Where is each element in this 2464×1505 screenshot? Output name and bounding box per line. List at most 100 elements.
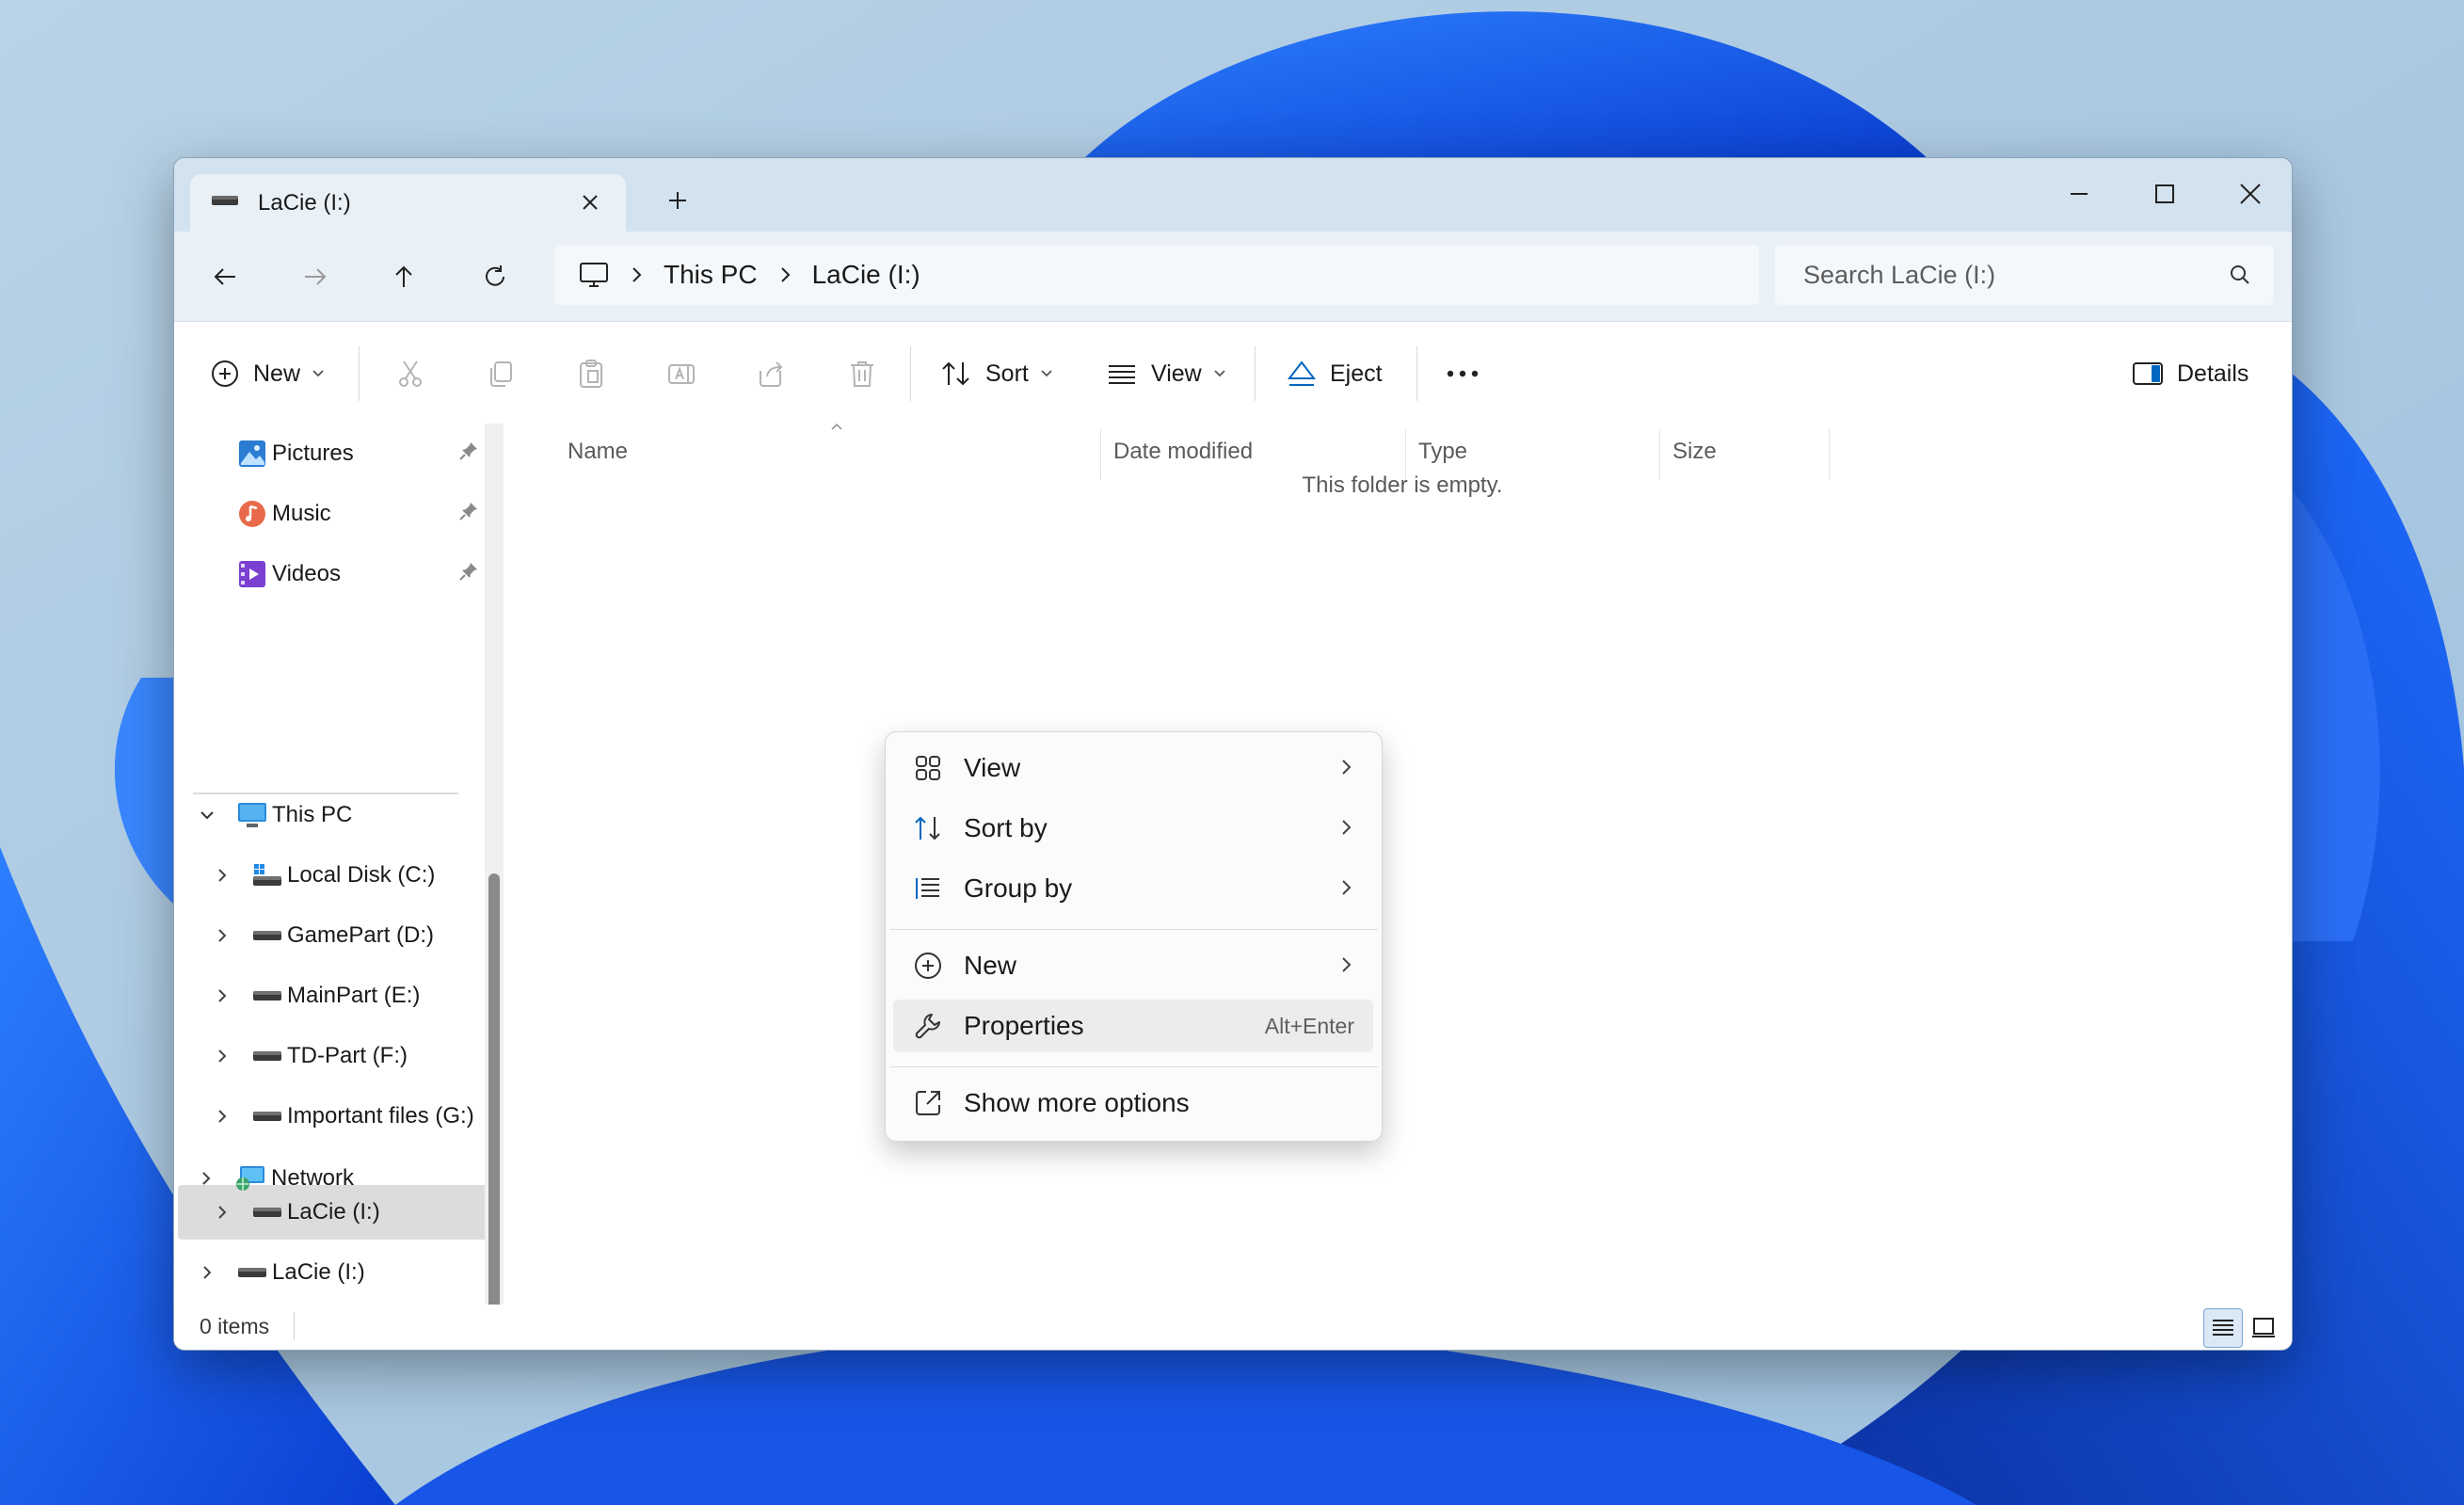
sidebar-item-td-part-f[interactable]: TD-Part (F:) bbox=[174, 1029, 485, 1083]
maximize-icon[interactable] bbox=[2123, 166, 2206, 222]
context-menu-show-more-options[interactable]: Show more options bbox=[893, 1077, 1373, 1129]
sidebar-item-videos[interactable]: Videos bbox=[174, 547, 485, 601]
eject-button[interactable]: Eject bbox=[1287, 350, 1383, 397]
forward-arrow-icon[interactable] bbox=[289, 250, 342, 303]
column-header-type[interactable]: Type bbox=[1418, 424, 1467, 480]
chevron-right-icon bbox=[1339, 873, 1352, 904]
share-icon[interactable] bbox=[750, 352, 793, 395]
sidebar-item-pictures[interactable]: Pictures bbox=[174, 426, 485, 481]
close-tab-icon[interactable] bbox=[577, 189, 603, 216]
chevron-down-icon[interactable] bbox=[197, 805, 217, 825]
network-icon bbox=[235, 1162, 267, 1194]
column-header-name[interactable]: Name bbox=[568, 424, 628, 480]
drive-icon bbox=[211, 194, 239, 212]
command-bar: New Sort View Eject Details bbox=[174, 321, 2292, 424]
toolbar-divider bbox=[359, 346, 360, 401]
grid-icon bbox=[912, 752, 944, 784]
breadcrumb-this-pc[interactable]: This PC bbox=[664, 260, 758, 290]
search-icon[interactable] bbox=[2229, 264, 2251, 291]
sort-button[interactable]: Sort bbox=[940, 350, 1053, 397]
chevron-right-icon[interactable] bbox=[212, 1106, 232, 1127]
menu-separator bbox=[889, 1066, 1378, 1067]
chevron-right-icon[interactable] bbox=[212, 985, 232, 1006]
chevron-right-icon[interactable] bbox=[212, 865, 232, 886]
view-button-label: View bbox=[1151, 360, 1202, 387]
tiles-layout-icon[interactable] bbox=[2245, 1308, 2282, 1346]
sidebar-item-mainpart-e[interactable]: MainPart (E:) bbox=[174, 969, 485, 1023]
chevron-right-icon[interactable] bbox=[197, 1262, 217, 1283]
paste-icon[interactable] bbox=[569, 352, 613, 395]
chevron-right-icon bbox=[778, 265, 792, 284]
chevron-right-icon[interactable] bbox=[212, 925, 232, 946]
eject-icon bbox=[1287, 359, 1317, 389]
details-button[interactable]: Details bbox=[2132, 350, 2248, 397]
status-divider bbox=[294, 1312, 295, 1340]
sidebar-item-gamepart-d[interactable]: GamePart (D:) bbox=[174, 908, 485, 963]
chevron-down-icon bbox=[1213, 369, 1226, 378]
refresh-icon[interactable] bbox=[469, 250, 521, 303]
more-options-icon[interactable] bbox=[1441, 352, 1484, 395]
sidebar-scrollbar[interactable] bbox=[485, 424, 504, 1350]
item-count: 0 items bbox=[200, 1314, 270, 1338]
chevron-right-icon bbox=[630, 265, 643, 284]
keyboard-shortcut: Alt+Enter bbox=[1264, 1013, 1354, 1038]
sidebar-item-local-disk-c[interactable]: Local Disk (C:) bbox=[174, 848, 485, 903]
delete-icon[interactable] bbox=[840, 352, 884, 395]
menu-item-label: Show more options bbox=[964, 1088, 1190, 1117]
context-menu-view[interactable]: View bbox=[893, 742, 1373, 794]
sort-button-label: Sort bbox=[985, 360, 1029, 387]
sidebar-item-label: Videos bbox=[272, 561, 341, 586]
expand-icon bbox=[912, 1087, 944, 1119]
close-window-icon[interactable] bbox=[2209, 166, 2292, 222]
details-layout-icon[interactable] bbox=[2203, 1308, 2243, 1348]
menu-item-label: Group by bbox=[964, 873, 1073, 903]
column-header-date-modified[interactable]: Date modified bbox=[1113, 424, 1253, 480]
computer-icon bbox=[236, 799, 268, 831]
list-view-icon bbox=[1106, 361, 1138, 386]
back-arrow-icon[interactable] bbox=[199, 250, 251, 303]
chevron-right-icon bbox=[1339, 813, 1352, 843]
column-header-size[interactable]: Size bbox=[1672, 424, 1717, 480]
context-menu-sort-by[interactable]: Sort by bbox=[893, 802, 1373, 855]
eject-button-label: Eject bbox=[1330, 360, 1383, 387]
details-pane-icon bbox=[2132, 360, 2164, 387]
pin-icon[interactable] bbox=[458, 440, 479, 468]
chevron-down-icon bbox=[312, 369, 325, 378]
menu-separator bbox=[889, 929, 1378, 930]
drive-icon bbox=[251, 980, 283, 1012]
up-arrow-icon[interactable] bbox=[377, 250, 430, 303]
cut-icon[interactable] bbox=[389, 352, 432, 395]
sidebar-item-lacie-i-external[interactable]: LaCie (I:) bbox=[174, 1245, 485, 1300]
tab-title: LaCie (I:) bbox=[258, 189, 351, 216]
sidebar-item-this-pc[interactable]: This PC bbox=[174, 788, 485, 842]
plus-circle-icon bbox=[210, 359, 240, 389]
minimize-icon[interactable] bbox=[2038, 166, 2120, 222]
sidebar-item-music[interactable]: Music bbox=[174, 487, 485, 541]
copy-icon[interactable] bbox=[479, 352, 522, 395]
windows-drive-icon bbox=[251, 859, 283, 891]
context-menu-properties[interactable]: Properties Alt+Enter bbox=[893, 1000, 1373, 1052]
chevron-right-icon[interactable] bbox=[212, 1046, 232, 1066]
sidebar-item-label: GamePart (D:) bbox=[287, 922, 435, 948]
address-bar[interactable]: This PC LaCie (I:) bbox=[554, 245, 1759, 305]
breadcrumb-lacie[interactable]: LaCie (I:) bbox=[812, 260, 920, 290]
pin-icon[interactable] bbox=[458, 501, 479, 528]
rename-icon[interactable] bbox=[660, 352, 703, 395]
scrollbar-thumb[interactable] bbox=[488, 873, 500, 1350]
menu-item-label: View bbox=[964, 753, 1021, 782]
context-menu-group-by[interactable]: Group by bbox=[893, 862, 1373, 915]
context-menu-new[interactable]: New bbox=[893, 939, 1373, 992]
new-tab-icon[interactable] bbox=[664, 186, 692, 215]
view-button[interactable]: View bbox=[1106, 350, 1226, 397]
search-input[interactable] bbox=[1801, 259, 2219, 291]
plus-circle-icon bbox=[912, 950, 944, 982]
file-list-pane[interactable]: Name Date modified Type Size This folder… bbox=[504, 423, 2292, 1305]
details-button-label: Details bbox=[2177, 360, 2249, 387]
chevron-right-icon[interactable] bbox=[196, 1168, 216, 1189]
tab-lacie[interactable]: LaCie (I:) bbox=[190, 174, 626, 232]
sidebar-item-important-files-g[interactable]: Important files (G:) bbox=[174, 1089, 485, 1144]
toolbar-divider bbox=[1416, 346, 1417, 401]
new-button[interactable]: New bbox=[210, 350, 325, 397]
sidebar-item-network[interactable]: Network bbox=[173, 1151, 484, 1206]
pin-icon[interactable] bbox=[458, 561, 479, 588]
